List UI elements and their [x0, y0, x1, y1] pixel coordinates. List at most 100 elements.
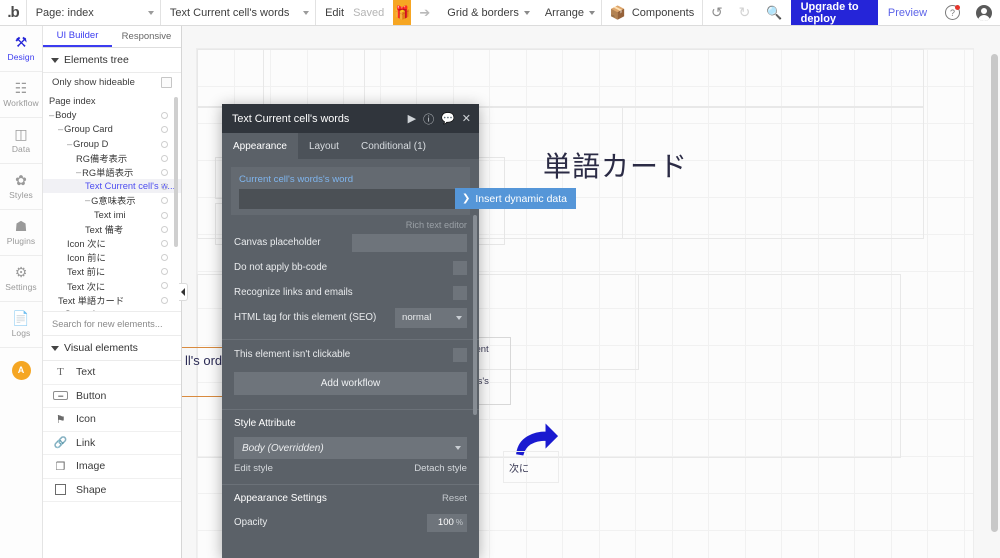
element-selector[interactable]: Text Current cell's words: [161, 0, 315, 25]
tree-item[interactable]: – RG単語表示: [43, 165, 181, 179]
components-button[interactable]: 📦 Components: [602, 0, 703, 25]
play-icon[interactable]: ▶: [408, 112, 416, 125]
rail-item-design[interactable]: ⚒ Design: [0, 26, 42, 72]
visual-elements-header[interactable]: Visual elements: [43, 336, 181, 361]
recognize-links-checkbox[interactable]: [453, 285, 467, 300]
canvas-next-text-element[interactable]: 次に: [503, 451, 559, 483]
canvas-placeholder-input[interactable]: [352, 233, 467, 252]
visibility-eye-icon[interactable]: [161, 140, 168, 148]
arrange-menu[interactable]: Arrange: [536, 0, 601, 25]
close-icon[interactable]: ✕: [462, 112, 471, 125]
rail-item-data[interactable]: ◫ Data: [0, 118, 42, 164]
visibility-eye-icon[interactable]: [161, 268, 168, 276]
visibility-eye-icon[interactable]: [161, 154, 168, 162]
tree-item[interactable]: – Group Card: [43, 122, 181, 136]
visual-element-icon[interactable]: ⚑ Icon: [43, 408, 181, 432]
rail-item-workflow[interactable]: ☷ Workflow: [0, 72, 42, 118]
tree-item[interactable]: Text imi: [43, 208, 181, 222]
visibility-eye-icon[interactable]: [161, 197, 168, 205]
style-attribute-select[interactable]: Body (Overridden): [234, 437, 467, 459]
info-icon[interactable]: ⓘ: [423, 111, 434, 127]
upgrade-to-deploy-button[interactable]: Upgrade to deploy: [790, 0, 878, 25]
search-icon[interactable]: 🔍: [758, 0, 790, 25]
property-editor-header[interactable]: Text Current cell's words ▶ ⓘ 💬 ✕: [222, 104, 479, 133]
property-editor-scrollbar[interactable]: [473, 215, 477, 415]
sidebar-collapse-handle[interactable]: [179, 283, 188, 301]
tree-item[interactable]: – Group D: [43, 137, 181, 151]
dynamic-expression-group[interactable]: Current cell's words's word: [231, 167, 470, 215]
visibility-eye-icon[interactable]: [161, 168, 168, 176]
elements-tree-header[interactable]: Elements tree: [43, 48, 181, 73]
tree-collapse-dash-icon[interactable]: –: [85, 195, 90, 205]
tree-item[interactable]: –Group Input: [43, 307, 181, 311]
only-show-hideable-checkbox[interactable]: [161, 77, 172, 88]
b-logo-icon[interactable]: .b: [0, 0, 26, 25]
tree-scrollbar[interactable]: [174, 97, 178, 247]
tree-item[interactable]: Text 単語カード: [43, 293, 181, 307]
edit-style-link[interactable]: Edit style: [234, 463, 273, 474]
only-show-hideable-row[interactable]: Only show hideable: [43, 73, 181, 93]
visibility-eye-icon[interactable]: [161, 112, 168, 120]
grid-borders-menu[interactable]: Grid & borders: [438, 0, 536, 25]
tree-item[interactable]: RG備考表示: [43, 151, 181, 165]
visibility-eye-icon[interactable]: [161, 126, 168, 134]
visual-element-button[interactable]: ▬ Button: [43, 385, 181, 408]
tab-appearance[interactable]: Appearance: [222, 133, 298, 159]
tab-conditional[interactable]: Conditional (1): [350, 133, 437, 159]
opacity-input[interactable]: 100 %: [427, 513, 467, 532]
tree-item[interactable]: – G意味表示: [43, 193, 181, 207]
tree-collapse-dash-icon[interactable]: –: [49, 110, 54, 120]
tree-item[interactable]: – Body: [43, 108, 181, 122]
visual-element-text[interactable]: T Text: [43, 361, 181, 385]
insert-dynamic-data-button[interactable]: ❯ Insert dynamic data: [455, 188, 577, 209]
visual-element-shape[interactable]: Shape: [43, 479, 181, 502]
rail-item-logs[interactable]: 📄 Logs: [0, 302, 42, 348]
tree-collapse-dash-icon[interactable]: –: [76, 167, 81, 177]
rail-item-settings[interactable]: ⚙ Settings: [0, 256, 42, 302]
visibility-eye-icon[interactable]: [161, 211, 168, 219]
tree-item[interactable]: Text 備考: [43, 222, 181, 236]
comment-icon[interactable]: 💬: [441, 112, 455, 125]
canvas-vertical-scrollbar[interactable]: [991, 54, 998, 532]
rich-text-editor-link[interactable]: Rich text editor: [222, 220, 467, 230]
tree-collapse-dash-icon[interactable]: –: [67, 139, 72, 149]
tree-item[interactable]: Text 前に: [43, 264, 181, 278]
undo-icon[interactable]: ↺: [703, 0, 731, 25]
visibility-eye-icon[interactable]: [161, 239, 168, 247]
visibility-eye-icon[interactable]: [161, 225, 168, 233]
preview-button[interactable]: Preview: [878, 0, 937, 25]
tree-collapse-dash-icon[interactable]: –: [58, 309, 63, 311]
search-new-elements-input[interactable]: Search for new elements...: [43, 311, 181, 336]
rail-item-styles[interactable]: ✿ Styles: [0, 164, 42, 210]
rail-user-avatar[interactable]: A: [0, 348, 42, 392]
help-icon[interactable]: ?: [937, 0, 968, 25]
tree-collapse-dash-icon[interactable]: –: [58, 124, 63, 134]
tree-item[interactable]: Text 次に: [43, 278, 181, 292]
gift-icon[interactable]: 🎁: [393, 0, 412, 25]
account-avatar-icon[interactable]: [968, 0, 1000, 25]
reset-button[interactable]: Reset: [442, 493, 467, 504]
tree-item[interactable]: Page index: [43, 94, 181, 108]
visual-element-image[interactable]: ❐ Image: [43, 455, 181, 479]
tree-item[interactable]: Text Current cell's w...: [43, 179, 181, 194]
tab-responsive[interactable]: Responsive: [112, 26, 181, 47]
add-workflow-button[interactable]: Add workflow: [234, 372, 467, 395]
detach-style-link[interactable]: Detach style: [414, 463, 467, 474]
rail-item-plugins[interactable]: ☗ Plugins: [0, 210, 42, 256]
tree-item[interactable]: Icon 次に: [43, 236, 181, 250]
not-clickable-checkbox[interactable]: [453, 347, 467, 362]
tab-layout[interactable]: Layout: [298, 133, 350, 159]
tree-item[interactable]: Icon 前に: [43, 250, 181, 264]
redo-icon[interactable]: ↻: [731, 0, 759, 25]
visibility-eye-icon[interactable]: [161, 296, 168, 304]
tab-ui-builder[interactable]: UI Builder: [43, 26, 112, 47]
visual-element-link[interactable]: 🔗 Link: [43, 432, 181, 455]
edit-button[interactable]: Edit: [316, 0, 353, 25]
dynamic-expression-input[interactable]: [239, 189, 462, 209]
visibility-eye-icon[interactable]: [161, 282, 168, 290]
visibility-eye-icon[interactable]: [161, 254, 168, 262]
html-tag-select[interactable]: normal: [395, 307, 467, 328]
page-selector[interactable]: Page: index: [27, 0, 161, 25]
bbcode-checkbox[interactable]: [453, 260, 467, 275]
cursor-icon[interactable]: ➔: [411, 0, 438, 25]
